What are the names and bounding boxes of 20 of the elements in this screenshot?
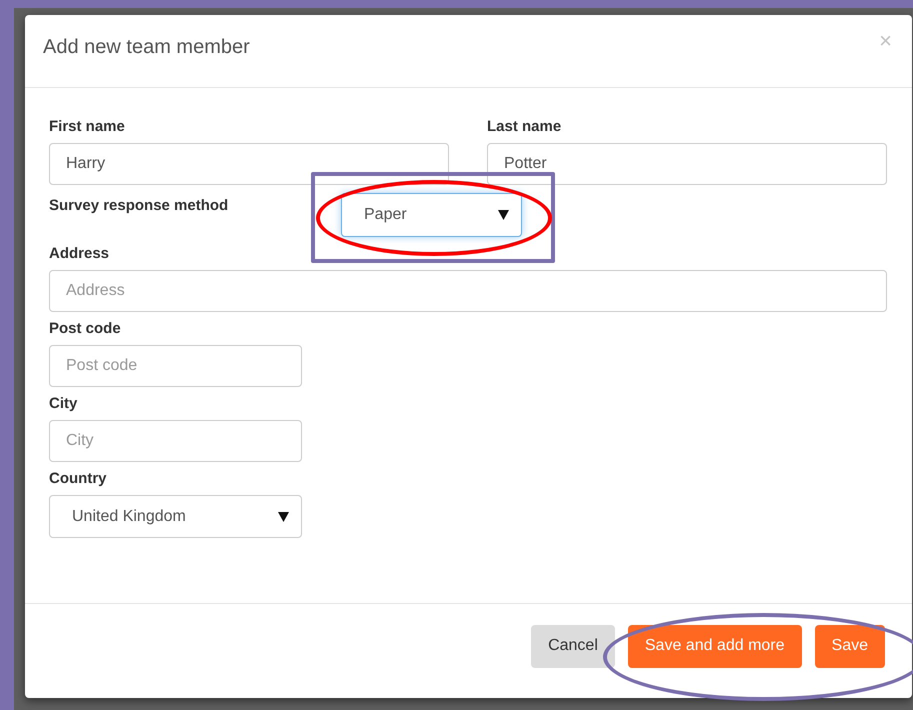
field-label: City xyxy=(49,395,78,412)
field-label: First name xyxy=(49,118,126,135)
text-field[interactable]: Potter xyxy=(487,143,887,185)
select-value: United Kingdom xyxy=(72,508,186,526)
text-field[interactable]: Harry xyxy=(49,143,449,185)
select-field[interactable]: United Kingdom xyxy=(49,495,302,538)
text-field[interactable]: Address xyxy=(49,270,887,312)
caret-icon xyxy=(278,512,289,522)
field-label: Country xyxy=(49,470,108,487)
field-label: Address xyxy=(49,245,110,262)
field-label: Survey response method xyxy=(49,197,230,216)
text-field[interactable]: Post code xyxy=(49,345,302,387)
text-field[interactable]: City xyxy=(49,420,302,462)
select-value: Paper xyxy=(364,206,407,224)
caret-icon xyxy=(498,210,509,220)
select-field[interactable]: Paper xyxy=(341,193,522,237)
cancel-button[interactable]: Cancel xyxy=(531,624,615,668)
dialog-title: Add new team member xyxy=(43,36,250,58)
field-label: Last name xyxy=(487,118,562,135)
field-label: Post code xyxy=(49,320,122,337)
